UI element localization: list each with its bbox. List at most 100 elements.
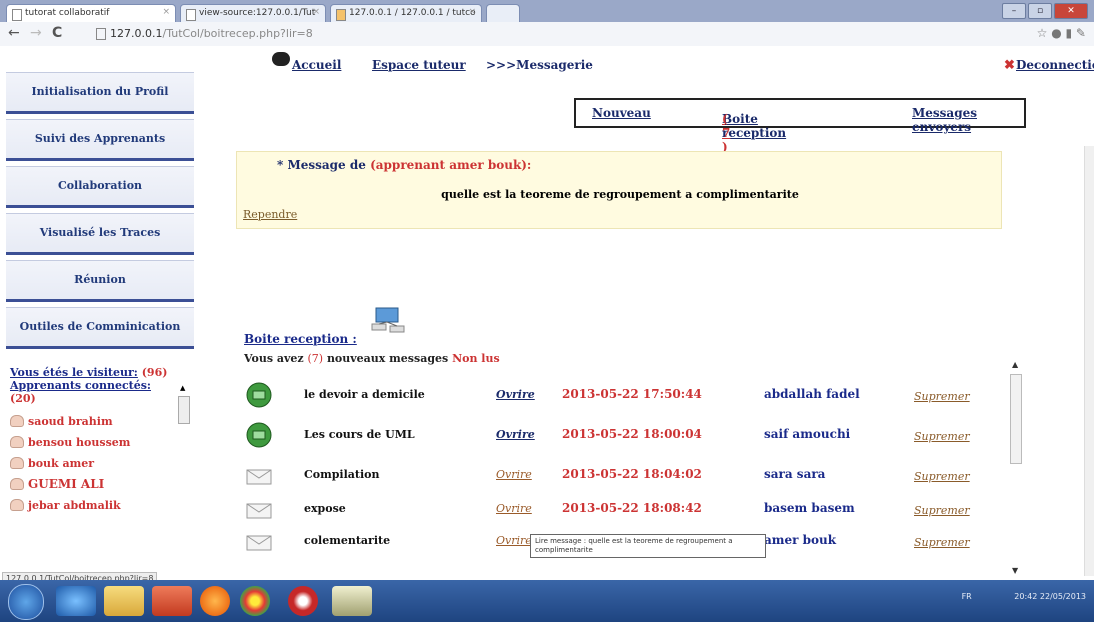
close-tab-icon[interactable]: ×: [162, 7, 170, 17]
list-item[interactable]: bouk amer: [10, 453, 190, 473]
app-icon[interactable]: [152, 586, 192, 616]
clock-date[interactable]: 22/05/2013: [1040, 592, 1086, 601]
sidebar-item-meeting[interactable]: Réunion: [6, 260, 194, 302]
message-sender: abdallah fadel: [764, 387, 860, 401]
list-item[interactable]: saoud brahim: [10, 411, 190, 431]
sidebar-item-collaboration[interactable]: Collaboration: [6, 166, 194, 208]
scrollbar-thumb[interactable]: [1010, 374, 1022, 464]
open-message-link[interactable]: Ovrire: [496, 428, 535, 441]
close-tab-icon[interactable]: ×: [312, 7, 320, 17]
address-bar: ← → C 127.0.0.1/TutCol/boitrecep.php?lir…: [0, 22, 1094, 47]
reload-icon[interactable]: C: [52, 25, 62, 41]
sidebar-item-profile[interactable]: Initialisation du Profil: [6, 72, 194, 114]
forward-icon[interactable]: →: [30, 25, 42, 41]
back-icon[interactable]: ←: [8, 25, 20, 41]
message-prefix: * Message de: [277, 158, 366, 172]
user-avatar-icon: [10, 457, 24, 469]
browser-tools-icons[interactable]: ☆ ● ▮ ✎: [1037, 26, 1086, 40]
opera-icon[interactable]: [288, 586, 318, 616]
message-date: 2013-05-22 17:50:44: [562, 387, 702, 401]
close-window-icon[interactable]: ✕: [1054, 3, 1088, 19]
folder-icon[interactable]: [104, 586, 144, 616]
read-envelope-icon: [246, 503, 272, 519]
user-name: GUEMI ALI: [28, 477, 105, 491]
scroll-up-icon[interactable]: ▲: [180, 384, 185, 392]
logout-link[interactable]: Deconnection: [1016, 58, 1094, 72]
visitor-count: (96): [141, 366, 168, 379]
sidebar: Initialisation du Profil Suivi des Appre…: [6, 72, 194, 354]
system-tray: FR 20:42 22/05/2013: [962, 592, 1086, 601]
minimize-icon[interactable]: –: [1002, 3, 1026, 19]
page-icon: [96, 28, 106, 40]
visitors-panel: Vous étés le visiteur: (96) Apprenants c…: [10, 366, 190, 516]
language-indicator[interactable]: FR: [962, 592, 972, 601]
delete-message-link[interactable]: Supremer: [914, 430, 970, 443]
delete-message-link[interactable]: Supremer: [914, 536, 970, 549]
maximize-icon[interactable]: ▫: [1028, 3, 1052, 19]
url-field[interactable]: 127.0.0.1/TutCol/boitrecep.php?lir=8: [96, 26, 996, 42]
scrollbar-thumb[interactable]: [178, 396, 190, 424]
clock-time[interactable]: 20:42: [1014, 592, 1037, 601]
open-message-link[interactable]: Ovrire: [496, 468, 532, 481]
message-sender: amer bouk: [764, 533, 837, 547]
list-item[interactable]: bensou houssem: [10, 432, 190, 452]
message-subject: Les cours de UML: [304, 428, 415, 441]
connected-count: (20): [10, 392, 36, 405]
open-message-link[interactable]: Ovrire: [496, 502, 532, 515]
tab-sent[interactable]: Messages envoyers: [912, 106, 1024, 134]
ie-icon[interactable]: [56, 586, 96, 616]
sidebar-item-communication[interactable]: Outiles de Comminication: [6, 307, 194, 349]
delete-message-link[interactable]: Supremer: [914, 390, 970, 403]
message-body: quelle est la teoreme de regroupement a …: [441, 188, 799, 201]
nav-tutor-space-link[interactable]: Espace tuteur: [372, 58, 466, 72]
sidebar-item-traces[interactable]: Visualisé les Traces: [6, 213, 194, 255]
user-name: jebar abdmalik: [28, 498, 121, 512]
nav-messaging: >>>Messagerie: [486, 58, 593, 72]
connected-label: Apprenants connectés:: [10, 379, 151, 392]
list-item[interactable]: GUEMI ALI: [10, 474, 190, 494]
message-sender: sara sara: [764, 467, 826, 481]
reply-link[interactable]: Rependre: [243, 208, 297, 221]
message-tabs: Nouveau Boite reception ( 7 ) Messages e…: [574, 98, 1026, 154]
browser-tab-active[interactable]: tutorat collaboratif ×: [6, 4, 176, 22]
sidebar-item-learners[interactable]: Suivi des Apprenants: [6, 119, 194, 161]
delete-message-link[interactable]: Supremer: [914, 504, 970, 517]
message-date: 2013-05-22 18:04:02: [562, 467, 702, 481]
table-row: le devoir a demicile Ovrire 2013-05-22 17:…: [244, 382, 1014, 422]
browser-tab[interactable]: 127.0.0.1 / 127.0.0.1 / tutco ×: [330, 4, 482, 22]
phpmyadmin-icon: [336, 9, 346, 21]
delete-message-link[interactable]: Supremer: [914, 470, 970, 483]
url-path: /TutCol/boitrecep.php?lir=8: [162, 27, 313, 40]
browser-tab[interactable]: view-source:127.0.0.1/Tut ×: [180, 4, 326, 22]
start-button[interactable]: [8, 584, 44, 620]
page-scrollbar[interactable]: [1084, 146, 1094, 576]
close-tab-icon[interactable]: ×: [468, 7, 476, 17]
tab-new[interactable]: Nouveau: [592, 106, 651, 120]
message-subject: expose: [304, 502, 346, 515]
home-icon: [272, 52, 290, 66]
page-content: Accueil Espace tuteur >>>Messagerie ✖ De…: [0, 46, 1094, 580]
unread-label: Non lus: [452, 352, 500, 365]
scroll-up-icon[interactable]: ▲: [1012, 360, 1018, 369]
inbox-title[interactable]: Boite reception :: [244, 332, 357, 346]
inbox-scrollbar[interactable]: ▲ ▼: [1010, 360, 1022, 580]
open-message-link[interactable]: Ovrire: [496, 534, 532, 547]
summary-text-post: nouveaux messages: [326, 352, 449, 365]
list-item[interactable]: jebar abdmalik: [10, 495, 190, 515]
message-header: * Message de (apprenant amer bouk):: [277, 158, 531, 172]
visitor-label: Vous étés le visiteur:: [10, 366, 138, 379]
wamp-icon[interactable]: [332, 586, 372, 616]
unread-envelope-icon: [246, 382, 272, 408]
chrome-icon[interactable]: [240, 586, 270, 616]
open-message-link[interactable]: Ovrire: [496, 388, 535, 401]
taskbar: FR 20:42 22/05/2013: [0, 580, 1094, 622]
scroll-down-icon[interactable]: ▼: [1012, 566, 1018, 575]
unread-envelope-icon: [246, 422, 272, 448]
new-tab-button[interactable]: [486, 4, 520, 22]
message-view: * Message de (apprenant amer bouk): quel…: [236, 151, 1002, 229]
nav-home-link[interactable]: Accueil: [292, 58, 341, 72]
window-controls: – ▫ ✕: [1002, 3, 1088, 19]
users-scrollbar[interactable]: ▲: [178, 384, 190, 528]
tab-label: view-source:127.0.0.1/Tut: [199, 8, 316, 18]
firefox-icon[interactable]: [200, 586, 230, 616]
